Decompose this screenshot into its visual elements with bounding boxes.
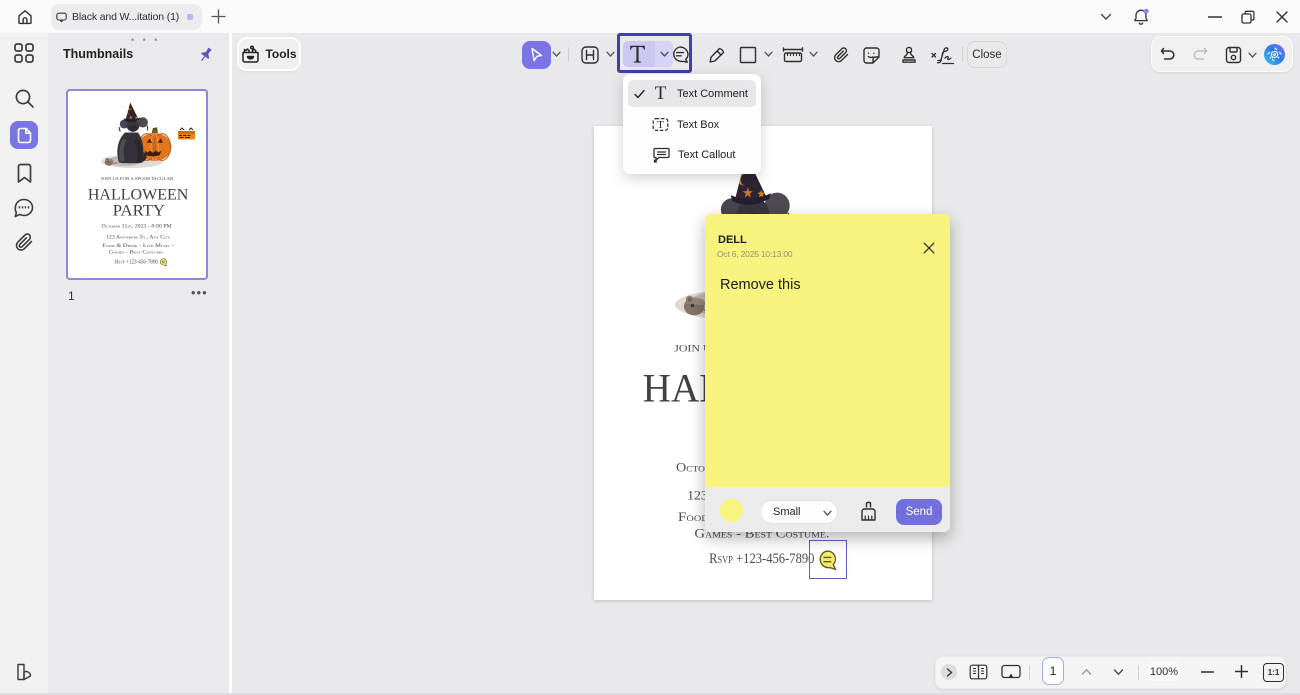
svg-text:T: T xyxy=(657,119,664,131)
